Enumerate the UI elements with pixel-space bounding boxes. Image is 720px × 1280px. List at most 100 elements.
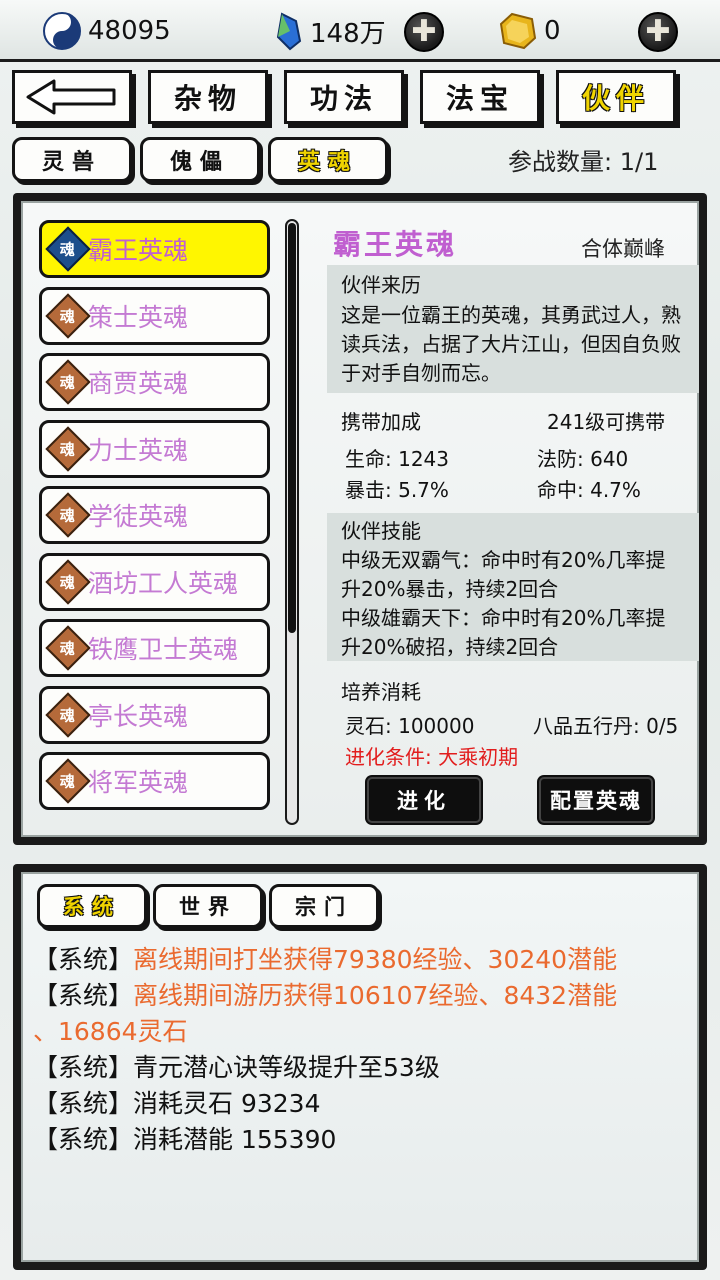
chat-line-text: 青元潜心诀等级提升至53级 [133, 1053, 440, 1082]
chat-line: 【系统】消耗灵石 93234 [33, 1086, 673, 1122]
chat-line-text: 、16864灵石 [33, 1017, 188, 1046]
hero-list-label: 亭长英魂 [88, 701, 189, 731]
evolve-button[interactable]: 进化 [367, 777, 481, 823]
cost-pill: 八品五行丹: 0/5 [533, 714, 679, 738]
soul-icon: 魂 [45, 758, 91, 804]
skill-line: 中级无双霸气：命中时有20%几率提 [341, 548, 666, 572]
soul-icon: 魂 [45, 691, 91, 738]
carry-level: 241级可携带 [547, 410, 666, 434]
back-arrow-icon [26, 79, 116, 115]
chat-line-prefix: 【系统】 [33, 981, 134, 1010]
chat-line-text: 消耗灵石 93234 [133, 1089, 321, 1118]
cost-stone: 灵石: 100000 [345, 714, 475, 738]
companion-panel: 魂霸王英魂魂策士英魂魂商贾英魂魂力士英魂魂学徒英魂魂酒坊工人英魂魂铁鹰卫士英魂魂… [13, 193, 707, 845]
skill-line: 中级雄霸天下：命中时有20%几率提 [341, 606, 666, 630]
stat-hit: 命中: 4.7% [537, 478, 641, 502]
chat-log: 【系统】离线期间打坐获得79380经验、30240潜能 【系统】离线期间游历获得1… [33, 942, 673, 1158]
subtab-spirit-beasts[interactable]: 灵兽 [12, 137, 132, 182]
hero-list-item[interactable]: 魂将军英魂 [39, 752, 270, 810]
hero-list-item[interactable]: 魂学徒英魂 [39, 486, 270, 544]
hero-list-label: 酒坊工人英魂 [88, 568, 239, 598]
hero-list-label: 铁鹰卫士英魂 [88, 635, 239, 664]
chat-line: 【系统】离线期间打坐获得79380经验、30240潜能 [33, 942, 673, 978]
chat-line-text: 消耗潜能 155390 [133, 1125, 337, 1154]
hero-list-item[interactable]: 魂铁鹰卫士英魂 [39, 619, 270, 677]
hero-realm: 合体巅峰 [581, 237, 665, 261]
gold-ingot-icon [499, 12, 537, 50]
tab-misc[interactable]: 杂物 [148, 70, 268, 124]
gold-value: 0 [544, 16, 561, 46]
soul-icon: 魂 [45, 492, 91, 538]
soul-icon-char: 魂 [60, 306, 76, 325]
skill-line: 升20%暴击，持续2回合 [341, 577, 559, 601]
chat-line: 【系统】消耗潜能 155390 [33, 1122, 673, 1158]
chat-line: 、16864灵石 [33, 1014, 673, 1050]
hero-list-label: 商贾英魂 [88, 369, 189, 398]
scroll-thumb[interactable] [288, 223, 296, 633]
plus-icon: ✚ [411, 14, 437, 49]
hero-list-item[interactable]: 魂亭长英魂 [39, 685, 270, 744]
hero-list-item[interactable]: 魂酒坊工人英魂 [39, 552, 270, 611]
hero-list-label: 学徒英魂 [88, 502, 189, 531]
hero-list-item[interactable]: 魂商贾英魂 [39, 353, 270, 411]
chat-tab-world[interactable]: 世界 [153, 884, 263, 928]
stat-crit: 暴击: 5.7% [345, 478, 449, 502]
cost-title: 培养消耗 [341, 680, 421, 704]
hero-list-label: 将军英魂 [88, 768, 189, 797]
chat-line-prefix: 【系统】 [33, 1089, 134, 1118]
chat-line-prefix: 【系统】 [33, 945, 134, 974]
resource-bar: 48095 148万 ✚ 0 ✚ [0, 0, 720, 62]
subtab-puppets[interactable]: 傀儡 [140, 137, 260, 182]
party-count: 参战数量: 1/1 [508, 148, 659, 176]
soul-icon: 魂 [45, 425, 91, 472]
origin-line: 于对手自刎而忘。 [341, 361, 501, 385]
evolve-condition: 进化条件: 大乘初期 [345, 745, 519, 769]
soul-icon: 魂 [45, 292, 91, 339]
hero-list-label: 力士英魂 [88, 435, 189, 465]
gold-resource: 0 [498, 8, 561, 54]
soul-icon-char: 魂 [60, 572, 76, 591]
chat-tab-sect[interactable]: 宗门 [269, 884, 379, 928]
origin-title: 伙伴来历 [341, 273, 421, 297]
origin-line: 这是一位霸王的英魂，其勇武过人，熟 [341, 303, 681, 327]
chat-line-prefix: 【系统】 [33, 1053, 134, 1082]
soul-icon: 魂 [45, 226, 91, 272]
soul-icon: 魂 [45, 558, 91, 605]
chat-panel-inner: 系统 世界 宗门 【系统】离线期间打坐获得79380经验、30240潜能 【系统】… [21, 872, 699, 1262]
add-gold-button[interactable]: ✚ [638, 12, 678, 52]
configure-soul-button[interactable]: 配置英魂 [539, 777, 653, 823]
crystal-value: 148万 [310, 18, 386, 49]
yinyang-resource: 48095 [42, 8, 171, 54]
bonus-title: 携带加成 [341, 410, 421, 434]
hero-name: 霸王英魂 [333, 228, 458, 261]
hero-list-item[interactable]: 魂霸王英魂 [39, 220, 270, 278]
add-crystal-button[interactable]: ✚ [404, 12, 444, 52]
tab-companions[interactable]: 伙伴 [556, 70, 676, 124]
soul-icon: 魂 [45, 359, 91, 405]
hero-list-item[interactable]: 魂策士英魂 [39, 286, 270, 345]
hero-list-item[interactable]: 魂力士英魂 [39, 419, 270, 478]
subtab-hero-souls[interactable]: 英魂 [268, 137, 388, 182]
chat-line: 【系统】青元潜心诀等级提升至53级 [33, 1050, 673, 1086]
soul-icon-char: 魂 [60, 639, 76, 658]
stat-mdef: 法防: 640 [537, 447, 629, 471]
back-button[interactable] [12, 70, 132, 124]
soul-icon-char: 魂 [60, 439, 76, 458]
chat-line-text: 离线期间打坐获得79380经验、30240潜能 [133, 945, 618, 974]
tab-treasures[interactable]: 法宝 [420, 70, 540, 124]
origin-line: 读兵法，占据了大片江山，但因自负败 [341, 332, 681, 356]
chat-line-text: 离线期间游历获得106107经验、8432潜能 [133, 981, 618, 1010]
tab-techniques[interactable]: 功法 [284, 70, 404, 124]
plus-icon: ✚ [645, 14, 671, 49]
soul-icon-char: 魂 [60, 705, 76, 724]
hero-list-label: 策士英魂 [88, 302, 189, 332]
soul-icon-char: 魂 [60, 373, 76, 392]
soul-icon: 魂 [45, 625, 91, 671]
soul-icon-char: 魂 [60, 240, 76, 259]
companion-panel-inner: 魂霸王英魂魂策士英魂魂商贾英魂魂力士英魂魂学徒英魂魂酒坊工人英魂魂铁鹰卫士英魂魂… [21, 201, 699, 837]
chat-tab-system[interactable]: 系统 [37, 884, 147, 928]
skills-title: 伙伴技能 [341, 519, 421, 543]
hero-list-scrollbar[interactable] [285, 219, 299, 825]
yinyang-value: 48095 [88, 16, 171, 46]
soul-icon-char: 魂 [60, 506, 76, 525]
